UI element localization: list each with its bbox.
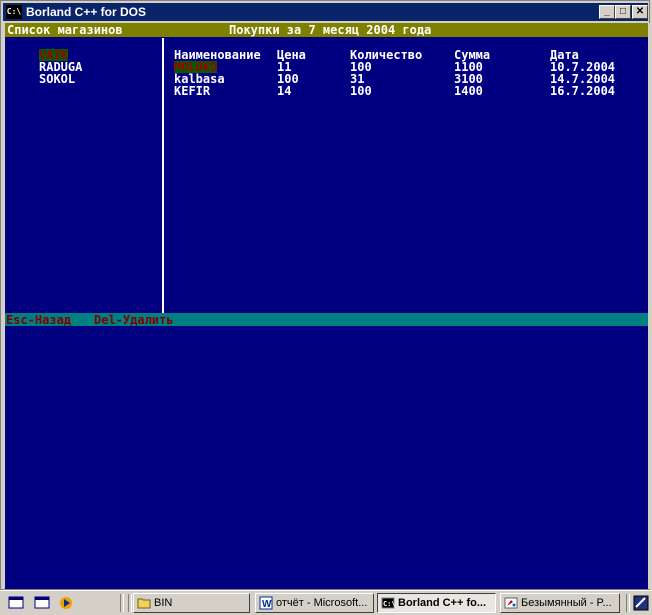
taskbar-separator	[626, 594, 630, 612]
window-title: Borland C++ for DOS	[26, 5, 147, 19]
svg-text:C:\: C:\	[383, 600, 395, 608]
taskbar-separator	[120, 594, 124, 612]
window-switch-icon[interactable]	[34, 595, 50, 611]
purchases-header: Покупки за 7 месяц 2004 года	[229, 23, 432, 37]
window-right-edge	[648, 23, 651, 589]
window-titlebar[interactable]: C:\ Borland C++ for DOS _ □ ✕	[3, 3, 648, 21]
taskbar-button-label: Безымянный - P...	[521, 597, 612, 609]
taskbar-button-label: отчёт - Microsoft...	[276, 597, 368, 609]
taskbar-button-paint[interactable]: Безымянный - P...	[500, 593, 620, 613]
taskbar-button-word[interactable]: Wотчёт - Microsoft...	[255, 593, 374, 613]
taskbar-button-borland[interactable]: C:\ Borland C++ fo...	[377, 593, 496, 613]
console-header-bar: Список магазинов Покупки за 7 месяц 2004…	[5, 23, 648, 37]
word-icon: W	[259, 596, 273, 610]
table-row-price: 14	[277, 84, 292, 98]
dos-console-icon: C:\	[6, 5, 22, 19]
borland-window: C:\ Borland C++ for DOS _ □ ✕ Список маг…	[0, 0, 651, 590]
del-delete-hint: Del-Удалить	[94, 313, 174, 327]
table-row-date: 16.7.2004	[550, 84, 616, 98]
folder-icon	[137, 598, 151, 609]
taskbar-button-label: BIN	[154, 597, 173, 609]
taskbar-button-bin[interactable]: BIN	[133, 593, 250, 613]
stores-list-header: Список магазинов	[7, 23, 123, 37]
store-item-sokol[interactable]: SOKOL	[39, 73, 75, 85]
table-row-quantity: 100	[350, 84, 372, 98]
minimize-button[interactable]: _	[599, 5, 615, 19]
taskbar-separator	[128, 594, 132, 612]
hotkey-bar: Esc-Назад Del-Удалить	[5, 313, 648, 326]
close-button[interactable]: ✕	[632, 5, 648, 19]
taskbar-button-label: Borland C++ fo...	[398, 597, 487, 609]
dos-console[interactable]: Список магазинов Покупки за 7 месяц 2004…	[5, 23, 648, 589]
panel-divider	[162, 38, 164, 314]
svg-text:W: W	[262, 599, 272, 610]
paint-icon	[504, 597, 518, 609]
tray-app-icon[interactable]	[633, 595, 649, 611]
table-row-sum: 1400	[454, 84, 483, 98]
maximize-button[interactable]: □	[615, 5, 631, 19]
show-desktop-icon[interactable]	[8, 595, 24, 611]
media-player-icon[interactable]	[58, 595, 74, 611]
esc-back-hint: Esc-Назад	[6, 313, 72, 327]
dos-icon: C:\	[381, 597, 395, 609]
taskbar: BIN Wотчёт - Microsoft... C:\ Borland C++…	[0, 590, 652, 615]
table-row-name[interactable]: KEFIR	[174, 85, 210, 97]
